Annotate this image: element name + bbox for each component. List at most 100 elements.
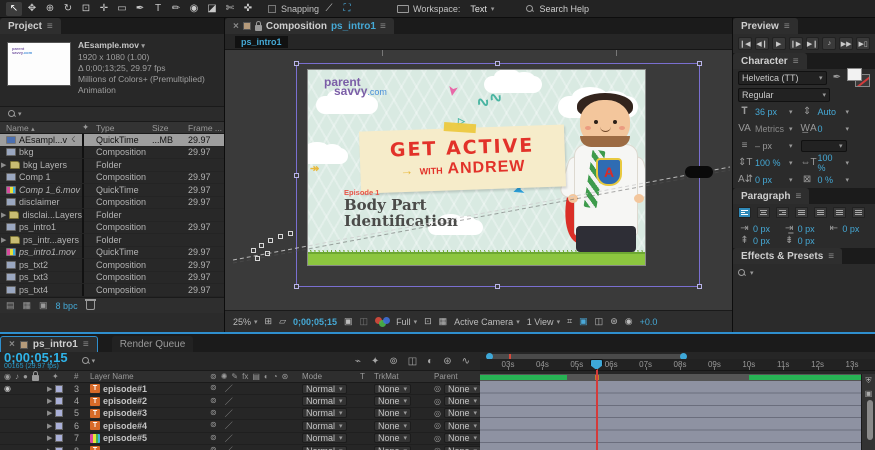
timeline-button-icon[interactable]: ◫ bbox=[595, 316, 604, 327]
label-cell[interactable] bbox=[82, 247, 96, 257]
stroke-style-select[interactable]: ▾ bbox=[801, 140, 847, 152]
switch-icon[interactable]: ⊚ bbox=[210, 445, 217, 450]
parent-select[interactable]: None▾ bbox=[444, 433, 481, 443]
layer-switches[interactable]: ⊚／ bbox=[210, 383, 302, 394]
composition-viewer[interactable]: parent savvy.com ➤ ∿∿ ▷ ↠ ➤ A bbox=[225, 50, 732, 310]
new-folder-icon[interactable]: ▦ bbox=[23, 300, 32, 311]
layer-name[interactable]: episode#5 bbox=[103, 433, 210, 443]
layer-switches[interactable]: ⊚／ bbox=[210, 420, 302, 431]
eraser-tool-icon[interactable]: ◪ bbox=[204, 2, 220, 16]
panel-menu-icon[interactable]: ≡ bbox=[47, 21, 53, 32]
trkmat-select[interactable]: None▾ bbox=[374, 433, 411, 443]
pan-behind-tool-icon[interactable]: ✛ bbox=[96, 2, 112, 16]
layer-label-cell[interactable]: ▶ bbox=[52, 447, 74, 450]
trkmat-column[interactable]: TrkMat bbox=[374, 372, 434, 381]
mode-select[interactable]: Normal▾ bbox=[302, 421, 347, 431]
fast-previews-icon[interactable]: ▣ bbox=[579, 316, 588, 327]
col-name[interactable]: Name bbox=[6, 123, 29, 133]
grid-options-icon[interactable]: ⊞ bbox=[265, 316, 273, 327]
label-swatch[interactable] bbox=[82, 159, 84, 171]
keyframe-box[interactable] bbox=[288, 231, 293, 236]
tab-preview[interactable]: Preview≡ bbox=[733, 18, 798, 34]
fill-stroke-swatches[interactable] bbox=[847, 68, 870, 88]
project-bit-depth[interactable]: 8 bpc bbox=[56, 301, 78, 311]
trkmat-select[interactable]: None▾ bbox=[374, 408, 411, 418]
footage-thumbnail[interactable]: parentsavvy.com bbox=[7, 42, 71, 86]
project-item-row[interactable]: ps_txt2Composition29.97 bbox=[0, 259, 224, 272]
resolution-select[interactable]: Full▾ bbox=[396, 317, 417, 327]
pen-tool-icon[interactable]: ✒ bbox=[132, 2, 148, 16]
timeline-track-area[interactable]: 03s04s05s06s07s08s09s10s11s12s13s ⛨ ▣ bbox=[480, 352, 875, 450]
layer-switches[interactable]: ⊚／ bbox=[210, 433, 302, 444]
layer-name[interactable]: episode#1 bbox=[103, 384, 210, 394]
interpret-footage-icon[interactable]: ▤ bbox=[6, 300, 15, 311]
justify-last-left-button[interactable] bbox=[795, 207, 808, 218]
type-tool-icon[interactable]: T bbox=[150, 2, 166, 16]
tab-paragraph[interactable]: Paragraph≡ bbox=[733, 188, 809, 204]
col-frame-rate[interactable]: Frame ... bbox=[188, 123, 222, 133]
layer-duration-bars[interactable] bbox=[480, 381, 861, 450]
layer-label-cell[interactable]: ▶ bbox=[52, 409, 74, 417]
timeline-layer-row[interactable]: ▶4Tepisode#2⊚／Normal▾None▾◎None▾ bbox=[0, 395, 480, 407]
keyframe-box[interactable] bbox=[259, 243, 264, 248]
breadcrumb[interactable]: ps_intro1 bbox=[235, 36, 288, 48]
selection-handle[interactable] bbox=[697, 284, 702, 289]
snapping-checkbox[interactable] bbox=[268, 5, 276, 13]
layer-color-swatch[interactable] bbox=[55, 447, 63, 450]
switch-icon[interactable]: ⊚ bbox=[210, 383, 217, 394]
zoom-tool-icon[interactable]: ⊕ bbox=[42, 2, 58, 16]
hand-tool-icon[interactable]: ✥ bbox=[24, 2, 40, 16]
space-after-value[interactable]: 0 px bbox=[798, 236, 815, 246]
panel-menu-icon[interactable]: ≡ bbox=[380, 21, 386, 32]
trkmat-select[interactable]: None▾ bbox=[374, 446, 411, 450]
timeline-layer-row[interactable]: ▶8T⊚／Normal▾None▾◎None▾ bbox=[0, 445, 480, 450]
keyframe-box[interactable] bbox=[265, 251, 270, 256]
timeline-current-time[interactable]: 0;00;05;15 bbox=[0, 353, 68, 363]
twirl-icon[interactable]: ▶ bbox=[47, 422, 53, 430]
switch-icon[interactable]: ／ bbox=[225, 408, 233, 419]
tab-character[interactable]: Character≡ bbox=[733, 53, 807, 69]
indent-left-value[interactable]: 0 px bbox=[753, 224, 770, 234]
project-item-row[interactable]: disclaimerComposition29.97 bbox=[0, 197, 224, 210]
label-swatch[interactable] bbox=[82, 284, 84, 296]
kerning-value[interactable]: Metrics bbox=[755, 124, 785, 134]
pickwhip-icon[interactable]: ◎ bbox=[434, 384, 441, 393]
clone-stamp-tool-icon[interactable]: ◉ bbox=[186, 2, 202, 16]
search-help[interactable]: Search Help bbox=[526, 4, 589, 14]
selection-handle[interactable] bbox=[294, 173, 299, 178]
col-label-icon[interactable]: ✦ bbox=[82, 122, 96, 133]
effects-search-field[interactable]: ▾ bbox=[733, 264, 875, 281]
show-channel-icon[interactable] bbox=[375, 317, 389, 327]
label-swatch[interactable] bbox=[82, 171, 84, 183]
camera-select[interactable]: Active Camera▾ bbox=[454, 317, 520, 327]
playhead-line[interactable] bbox=[596, 359, 598, 450]
project-item-row[interactable]: ▶bkg LayersFolder bbox=[0, 159, 224, 172]
tab-composition[interactable]: × Composition ps_intro1 ≡ bbox=[225, 18, 394, 34]
tsume-value[interactable]: 0 % bbox=[818, 175, 842, 185]
show-snapshot-icon[interactable]: ◫ bbox=[360, 316, 369, 327]
space-before-value[interactable]: 0 px bbox=[753, 236, 770, 246]
next-frame-button[interactable]: ❙▶ bbox=[789, 37, 803, 50]
layer-name-column[interactable]: Layer Name bbox=[90, 372, 210, 381]
project-column-headers[interactable]: Name ▴ ✦ Type Size Frame ... bbox=[0, 121, 224, 134]
label-swatch[interactable] bbox=[82, 134, 84, 146]
switch-icon[interactable]: ⊚ bbox=[210, 420, 217, 431]
workspace-dropdown-icon[interactable]: ▾ bbox=[491, 5, 495, 13]
rectangle-tool-icon[interactable]: ▭ bbox=[114, 2, 130, 16]
align-right-button[interactable] bbox=[776, 207, 789, 218]
camera-tool-icon[interactable]: ⊡ bbox=[78, 2, 94, 16]
twirl-icon[interactable]: ▶ bbox=[47, 409, 53, 417]
mode-select[interactable]: Normal▾ bbox=[302, 384, 347, 394]
label-swatch[interactable] bbox=[82, 246, 84, 258]
label-swatch[interactable] bbox=[82, 234, 84, 246]
selection-handle[interactable] bbox=[495, 61, 500, 66]
last-frame-button[interactable]: ▶❙ bbox=[806, 37, 820, 50]
twirl-icon[interactable]: ▶ bbox=[47, 385, 53, 393]
switch-icon[interactable]: ⊚ bbox=[210, 396, 217, 407]
previous-frame-button[interactable]: ◀❙ bbox=[755, 37, 769, 50]
timeline-layer-row[interactable]: ◉▶3Tepisode#1⊚／Normal▾None▾◎None▾ bbox=[0, 383, 480, 395]
label-cell[interactable] bbox=[82, 235, 96, 245]
flowchart-icon[interactable]: ⊛ bbox=[610, 316, 618, 327]
mode-select[interactable]: Normal▾ bbox=[302, 433, 347, 443]
label-swatch[interactable] bbox=[82, 146, 84, 158]
